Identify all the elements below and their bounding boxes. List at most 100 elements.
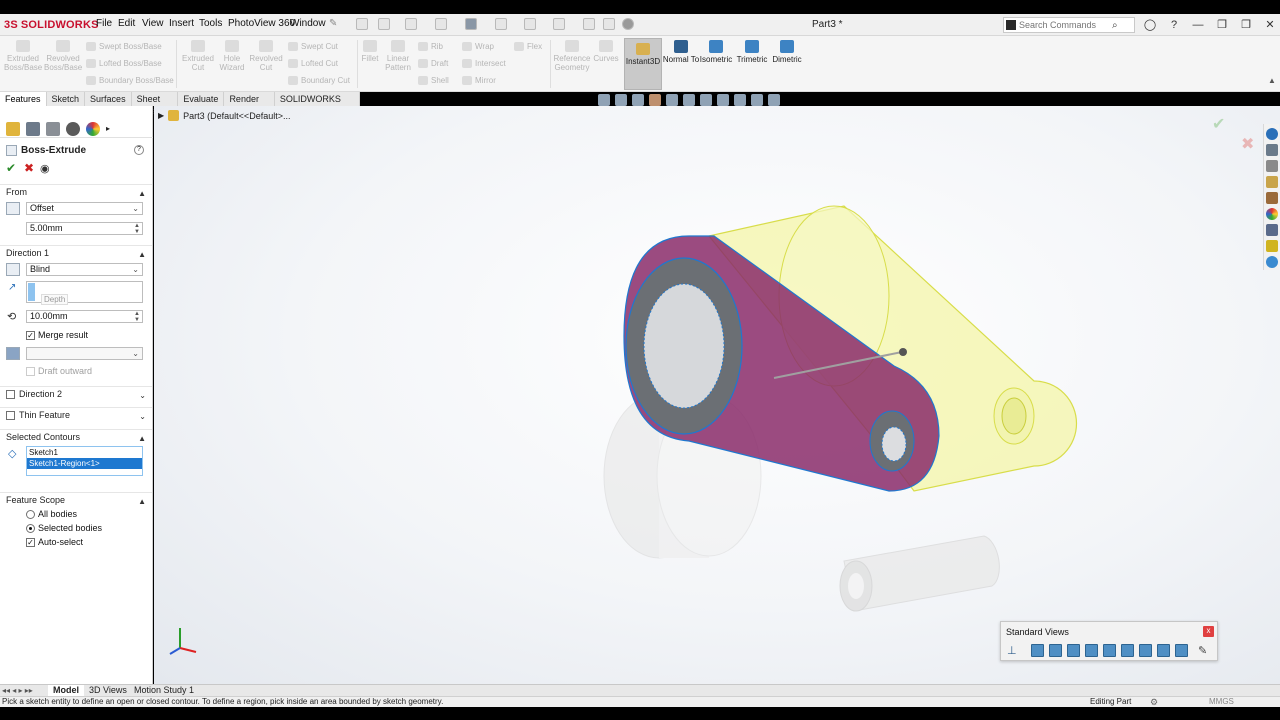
tab-scroll-arrows-icon[interactable]: ◂◂ ◂ ▸ ▸▸ [2,686,33,695]
file-properties-icon[interactable] [603,18,615,30]
preview-eye-icon[interactable]: ◉ [40,162,50,175]
boundary-cut-button[interactable]: Boundary Cut [288,76,350,85]
depth-value-field[interactable]: 10.00mm ▲ ▼ [26,310,143,323]
ok-button[interactable]: ✔ [6,161,16,175]
fillet-button[interactable]: Fillet [360,40,380,63]
menu-file[interactable]: File [96,18,112,29]
draft-button[interactable]: Draft [418,59,448,68]
expand-arrow-icon[interactable]: ▶ [158,111,164,120]
direction2-section-header[interactable]: Direction 2 ⌄ [0,386,152,401]
merge-result-checkbox[interactable]: ✓ [26,330,35,340]
collapse-icon[interactable]: ▲ [138,432,146,446]
home-icon[interactable] [1266,144,1278,156]
rebuild-status-icon[interactable]: ⚙ [1150,697,1158,707]
rebuild-icon[interactable] [583,18,595,30]
feature-tree-part[interactable]: ▶ Part3 (Default<<Default>... [158,110,290,121]
help-icon[interactable]: ? [134,145,144,155]
swept-cut-button[interactable]: Swept Cut [288,42,338,51]
menu-window[interactable]: Window [290,18,326,29]
help-icon[interactable]: ? [1166,17,1182,33]
collapse-icon[interactable]: ▲ [138,248,146,262]
appearances-icon[interactable] [1266,208,1278,220]
all-bodies-radio[interactable] [26,509,35,519]
expand-icon[interactable]: ⌄ [139,410,146,424]
back-view-icon[interactable] [1049,644,1062,657]
feature-scope-section-header[interactable]: Feature Scope ▲ [0,492,152,507]
collapse-icon[interactable]: ▲ [138,495,146,509]
thin-feature-checkbox[interactable] [6,411,15,421]
contours-list[interactable]: Sketch1 Sketch1-Region<1> [26,446,143,476]
curves-button[interactable]: Curves [593,40,619,63]
unit-system[interactable]: MMGS [1209,697,1234,707]
reference-geometry-button[interactable]: Reference Geometry [553,40,591,72]
collapse-icon[interactable]: ▲ [138,187,146,201]
hide-show-items-icon[interactable] [717,94,729,106]
spinner-icon[interactable]: ▲ ▼ [134,311,140,323]
trimetric-view-icon[interactable] [1157,644,1170,657]
apply-scene-icon[interactable] [751,94,763,106]
merge-result-option[interactable]: ✓ Merge result [26,330,88,340]
list-item[interactable]: Sketch1 [27,447,142,458]
more-tabs-icon[interactable]: ▸ [106,124,110,133]
hole-wizard-button[interactable]: Hole Wizard [213,40,251,72]
revolved-boss-button[interactable]: Revolved Boss/Base [44,40,82,72]
from-type-select[interactable]: Offset ⌄ [26,202,143,215]
solidworks-logo[interactable]: 3S SOLIDWORKS [4,17,99,33]
custom-properties-icon[interactable] [1266,224,1278,236]
user-account-icon[interactable]: ◯ [1142,17,1158,33]
edit-appearance-icon[interactable] [734,94,746,106]
dimetric-view-icon[interactable] [1175,644,1188,657]
tab-evaluate[interactable]: Evaluate [178,92,225,106]
confirm-cancel-icon[interactable]: ✖ [1241,134,1254,154]
tab-render-tools[interactable]: Render Tools [224,92,275,116]
zoom-to-fit-icon[interactable] [598,94,610,106]
extruded-cut-button[interactable]: Extruded Cut [179,40,217,72]
direction2-checkbox[interactable] [6,390,15,400]
normal-to-icon[interactable]: ⊥ [1007,644,1020,657]
sync-icon[interactable] [1266,256,1278,268]
intersect-button[interactable]: Intersect [462,59,506,68]
lofted-boss-button[interactable]: Lofted Boss/Base [86,59,162,68]
menu-photoview[interactable]: PhotoView 360 [228,18,295,29]
auto-select-checkbox[interactable]: ✓ [26,537,35,547]
menu-edit[interactable]: Edit [118,18,135,29]
thin-feature-section-header[interactable]: Thin Feature ⌄ [0,407,152,422]
home-icon[interactable] [356,18,368,30]
options-gear-icon[interactable] [622,18,634,30]
draft-on-off-icon[interactable] [6,347,20,360]
flex-button[interactable]: Flex [514,42,542,51]
tab-features[interactable]: Features [0,92,47,106]
undo-icon[interactable] [495,18,507,30]
selected-bodies-radio[interactable] [26,523,35,533]
rib-button[interactable]: Rib [418,42,443,51]
all-bodies-option[interactable]: All bodies [26,509,77,519]
shell-button[interactable]: Shell [418,76,449,85]
drag-handle[interactable] [899,348,907,356]
previous-view-icon[interactable] [632,94,644,106]
tab-sketch[interactable]: Sketch [46,92,86,106]
auto-select-option[interactable]: ✓ Auto-select [26,537,83,547]
graphics-area[interactable]: ✔ ✖ ▢ ▢ — ▢ ✕ [154,106,1280,684]
feature-manager-tab-icon[interactable] [6,121,20,136]
section-view-icon[interactable] [649,94,661,106]
instant3d-button[interactable]: Instant3D [624,38,662,90]
solidworks-resources-icon[interactable] [1266,128,1278,140]
search-input[interactable] [1016,20,1112,30]
menu-view[interactable]: View [142,18,164,29]
direction-vector-box[interactable]: Depth [26,281,143,305]
from-section-header[interactable]: From ▲ [0,184,152,199]
left-view-icon[interactable] [1067,644,1080,657]
dimetric-button[interactable]: Dimetric [765,40,809,64]
linear-pattern-button[interactable]: Linear Pattern [382,40,414,72]
tab-sheet-metal[interactable]: Sheet Metal [131,92,179,116]
spinner-icon[interactable]: ⌄ [132,348,139,359]
draft-angle-field[interactable]: ⌄ [26,347,143,360]
display-style-icon[interactable] [700,94,712,106]
end-condition-select[interactable]: Blind ⌄ [26,263,143,276]
minimize-button[interactable]: — [1190,17,1206,33]
right-view-icon[interactable] [1085,644,1098,657]
mirror-button[interactable]: Mirror [462,76,496,85]
display-manager-tab-icon[interactable] [86,121,100,136]
confirm-ok-icon[interactable]: ✔ [1212,114,1225,134]
menu-tools[interactable]: Tools [199,18,222,29]
